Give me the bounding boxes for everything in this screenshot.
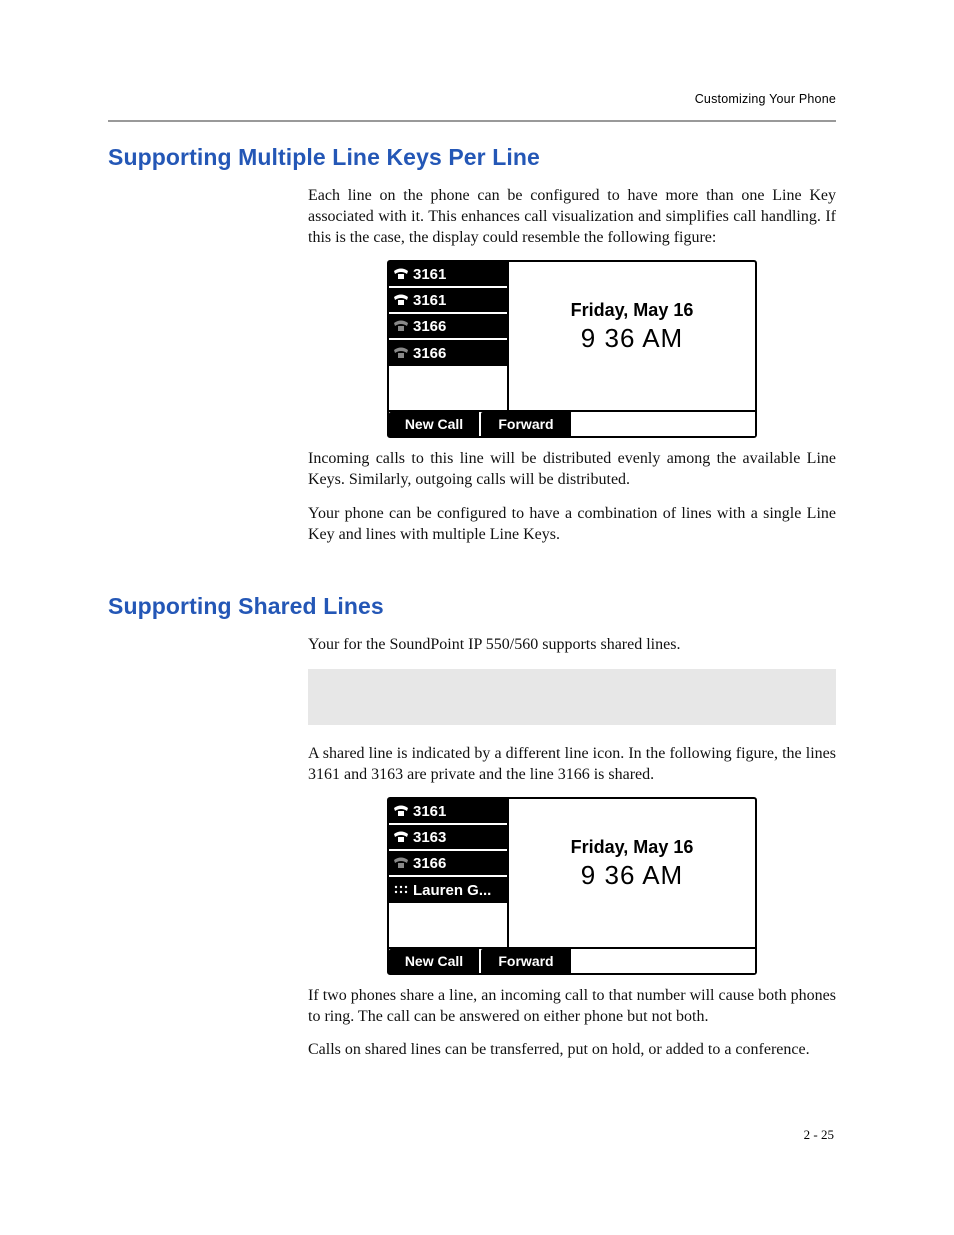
phone-dim-icon: [393, 347, 409, 359]
line-key: 3161: [389, 799, 507, 825]
figure-1: 3161 3161: [308, 260, 836, 438]
phone-icon: [393, 805, 409, 817]
body-paragraph: If two phones share a line, an incoming …: [308, 985, 836, 1027]
softkey-row: New Call Forward: [389, 947, 755, 973]
line-key-label: 3166: [413, 318, 446, 335]
body-paragraph: Your for the SoundPoint IP 550/560 suppo…: [308, 634, 836, 655]
line-key-column: 3161 3161: [389, 262, 509, 410]
line-key-column: 3161 3163: [389, 799, 509, 947]
section-heading-1: Supporting Multiple Line Keys Per Line: [108, 144, 844, 171]
phone-icon: [393, 294, 409, 306]
line-key-label: 3163: [413, 829, 446, 846]
phone-icon: [393, 268, 409, 280]
body-paragraph: Each line on the phone can be configured…: [308, 185, 836, 248]
line-key: 3161: [389, 288, 507, 314]
phone-screen: 3161 3163: [387, 797, 757, 975]
line-key: Lauren G...: [389, 877, 507, 903]
body-paragraph: Incoming calls to this line will be dist…: [308, 448, 836, 490]
line-key-label: 3161: [413, 266, 446, 283]
phone-icon: [393, 831, 409, 843]
line-key-label: 3166: [413, 855, 446, 872]
softkey-new-call: New Call: [389, 412, 481, 436]
phone-dim-icon: [393, 320, 409, 332]
idle-display: Friday, May 16 9 36 AM: [509, 262, 755, 410]
idle-display: Friday, May 16 9 36 AM: [509, 799, 755, 947]
header-rule: [108, 120, 836, 122]
body-paragraph: Your phone can be configured to have a c…: [308, 503, 836, 545]
line-key-label: 3166: [413, 345, 446, 362]
display-time: 9 36 AM: [581, 860, 683, 891]
softkey-new-call: New Call: [389, 949, 481, 973]
line-key: 3166: [389, 851, 507, 877]
softkey-row: New Call Forward: [389, 410, 755, 436]
line-key: 3163: [389, 825, 507, 851]
phone-dim-icon: [393, 857, 409, 869]
line-key: 3166: [389, 314, 507, 340]
line-key: 3166: [389, 340, 507, 366]
softkey-forward: Forward: [481, 412, 573, 436]
page-number: 2 - 25: [804, 1127, 834, 1143]
display-time: 9 36 AM: [581, 323, 683, 354]
line-key-label: 3161: [413, 292, 446, 309]
phone-screen: 3161 3161: [387, 260, 757, 438]
display-date: Friday, May 16: [571, 837, 694, 858]
body-paragraph: A shared line is indicated by a differen…: [308, 743, 836, 785]
note-box: [308, 669, 836, 725]
running-header: Customizing Your Phone: [695, 92, 836, 106]
display-date: Friday, May 16: [571, 300, 694, 321]
body-paragraph: Calls on shared lines can be transferred…: [308, 1039, 836, 1060]
line-key-label: 3161: [413, 803, 446, 820]
line-key: 3161: [389, 262, 507, 288]
section-heading-2: Supporting Shared Lines: [108, 593, 844, 620]
figure-2: 3161 3163: [308, 797, 836, 975]
softkey-forward: Forward: [481, 949, 573, 973]
contact-icon: [393, 884, 409, 896]
line-key-label: Lauren G...: [413, 882, 491, 899]
